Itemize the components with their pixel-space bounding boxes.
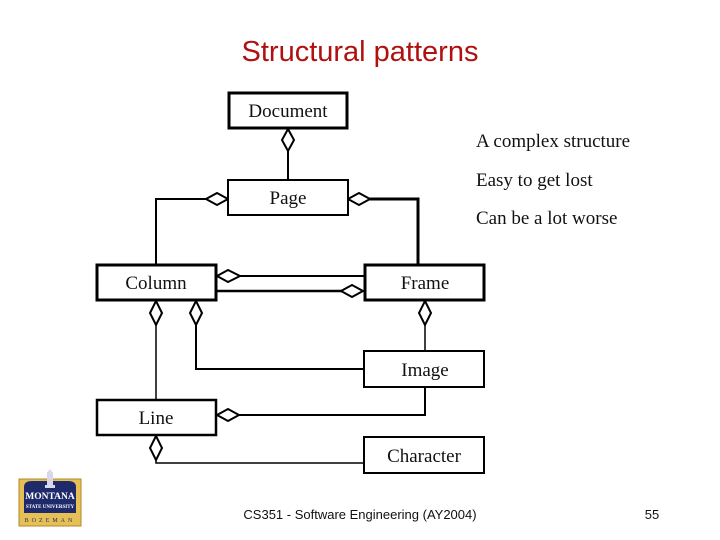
aggregation-diamond-page-right — [345, 191, 373, 207]
class-label-page: Page — [270, 188, 307, 209]
assoc-column-image — [195, 324, 365, 370]
class-label-column: Column — [125, 273, 187, 294]
aggregation-diamond-frame-bottom — [417, 298, 433, 328]
aggregation-diamond-column-bottom-left — [148, 298, 164, 328]
footer-text: CS351 - Software Engineering (AY2004) — [243, 507, 477, 522]
page-number: 55 — [644, 507, 660, 522]
class-label-frame: Frame — [401, 273, 450, 294]
aggregation-diamond-column-bottom-right — [188, 298, 204, 328]
class-label-character: Character — [387, 446, 462, 467]
slide-footer: CS351 - Software Engineering (AY2004) — [0, 507, 720, 522]
class-label-document: Document — [248, 101, 328, 122]
assoc-page-column — [155, 198, 207, 265]
aggregation-diamond-document — [280, 126, 296, 154]
aggregation-diamond-line-bottom — [148, 433, 164, 463]
class-label-image: Image — [401, 360, 448, 381]
bullet-item: Can be a lot worse — [476, 208, 618, 229]
aggregation-diamond-page-left — [203, 191, 231, 207]
class-label-line: Line — [139, 408, 174, 429]
uml-class-diagram: Document Page Column Frame Image Line Ch… — [95, 91, 486, 474]
assoc-line-character — [155, 459, 365, 464]
aggregation-diamond-frame-left — [338, 283, 366, 299]
logo-text-montana: MONTANA — [25, 492, 75, 502]
aggregation-diamond-column-right — [214, 268, 243, 284]
assoc-page-frame — [368, 197, 420, 266]
assoc-line-image — [238, 386, 426, 416]
bullet-item: Easy to get lost — [476, 169, 593, 191]
bullet-item: A complex structure — [476, 131, 631, 152]
aggregation-diamond-line-right — [214, 407, 242, 423]
bullet-list: A complex structure Easy to get lost Can… — [476, 129, 630, 245]
